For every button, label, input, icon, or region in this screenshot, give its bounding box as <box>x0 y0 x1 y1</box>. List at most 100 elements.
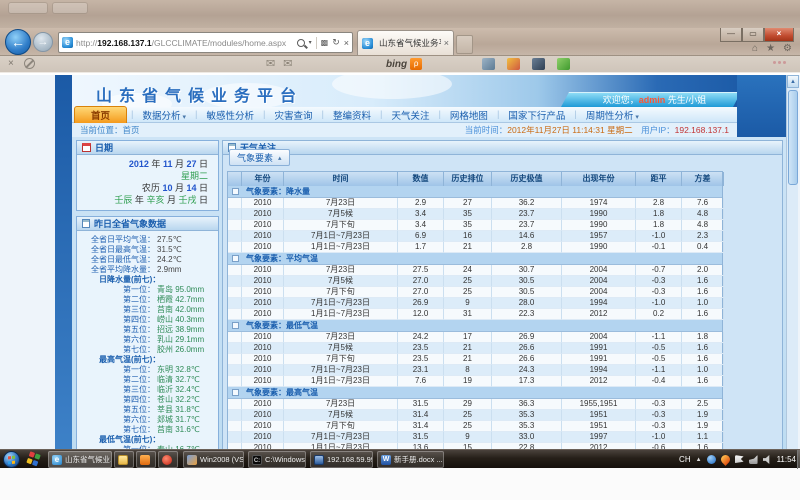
column-header[interactable]: 历史排位 <box>444 172 492 186</box>
rank-value[interactable]: 栖霞 42.7mm <box>155 295 204 305</box>
table-group-row[interactable]: 气象要素：平均气温 <box>228 253 722 265</box>
nav-item-2[interactable]: 数据分析▾ <box>133 108 195 122</box>
address-bar[interactable]: e http://192.168.137.1/GLCCLIMATE/module… <box>58 32 353 53</box>
collapse-box-icon[interactable] <box>232 389 239 396</box>
column-header[interactable]: 出现年份 <box>562 172 636 186</box>
flame-app-icon[interactable] <box>719 453 732 466</box>
table-row[interactable]: 20107月5候31.42535.31951-0.31.9 <box>228 410 722 421</box>
clock[interactable]: 11:54 <box>777 455 796 464</box>
nav-item-9[interactable]: 周期性分析▾ <box>577 108 648 122</box>
taskbar-task-5[interactable]: W新手册.docx ... <box>377 451 444 468</box>
nav-item-8[interactable]: 国家下行产品 <box>499 108 574 122</box>
mail-icon[interactable]: ✉ <box>266 57 275 70</box>
column-header[interactable]: 距平 <box>636 172 682 186</box>
stop-icon[interactable]: × <box>344 38 349 48</box>
back-button[interactable]: ← <box>5 29 31 55</box>
taskbar-task-1[interactable]: e山东省气候业... <box>48 451 112 468</box>
pinned-app-1[interactable] <box>114 451 134 468</box>
nav-item-3[interactable]: 敏感性分析 <box>197 108 263 122</box>
table-row[interactable]: 20107月23日27.52430.72004-0.72.0 <box>228 265 722 276</box>
mail-icon[interactable]: ✉ <box>283 57 292 70</box>
table-row[interactable]: 20107月1日~7月23日31.5933.01997-1.01.1 <box>228 432 722 443</box>
rank-value[interactable]: 青岛 95.0mm <box>155 285 204 295</box>
forward-button[interactable]: → <box>33 32 53 52</box>
scrollbar-thumb[interactable] <box>788 90 798 185</box>
more-options-icon[interactable] <box>773 61 786 64</box>
game-addon-icon[interactable] <box>532 58 545 70</box>
table-row[interactable]: 20107月5候3.43523.719901.84.8 <box>228 209 722 220</box>
rank-value[interactable]: 莒南 42.0mm <box>155 305 204 315</box>
new-tab-button[interactable] <box>456 35 473 54</box>
chevron-down-icon[interactable]: ▾ <box>309 39 312 46</box>
settings-gear-icon[interactable]: ⚙ <box>783 43 792 54</box>
palette-addon-icon[interactable] <box>507 58 520 70</box>
tab-close-icon[interactable]: × <box>444 38 449 48</box>
bing-logo[interactable]: bing ρ <box>386 58 422 70</box>
pinwheel-app-icon[interactable] <box>26 451 41 466</box>
nav-item-4[interactable]: 灾害查询 <box>265 108 321 122</box>
nav-item-7[interactable]: 网格地图 <box>441 108 497 122</box>
language-indicator[interactable]: CH <box>679 455 691 464</box>
table-row[interactable]: 20107月1日~7月23日6.91614.61957-1.02.3 <box>228 231 722 242</box>
table-group-row[interactable]: 气象要素：最低气温 <box>228 320 722 332</box>
taskbar-task-3[interactable]: C:C:\Windows\sy... <box>248 451 306 468</box>
action-center-flag-icon[interactable] <box>735 455 744 464</box>
collapse-box-icon[interactable] <box>232 188 239 195</box>
rank-value[interactable]: 临沂 32.4℃ <box>155 385 200 395</box>
pinned-app-2[interactable] <box>136 451 156 468</box>
network-icon[interactable] <box>749 455 758 464</box>
table-row[interactable]: 20107月23日31.52936.31955,1951-0.32.5 <box>228 399 722 410</box>
nav-item-1[interactable]: 首页 <box>74 106 127 124</box>
scroll-up-icon[interactable]: ▲ <box>787 75 799 88</box>
collapse-box-icon[interactable] <box>232 255 239 262</box>
rank-value[interactable]: 东明 32.8℃ <box>155 365 200 375</box>
close-button[interactable]: × <box>764 28 794 42</box>
table-row[interactable]: 20101月1日~7月23日12.03122.320120.21.6 <box>228 309 722 320</box>
table-row[interactable]: 20107月1日~7月23日26.9928.01994-1.01.0 <box>228 298 722 309</box>
blocked-icon[interactable] <box>24 58 35 69</box>
browser-tab[interactable]: e 山东省气候业务平... × <box>357 30 454 55</box>
rank-value[interactable]: 崂山 40.3mm <box>155 315 204 325</box>
maximize-button[interactable]: ▭ <box>742 28 764 42</box>
column-header[interactable]: 年份 <box>242 172 284 186</box>
rank-value[interactable]: 苍山 32.2℃ <box>155 395 200 405</box>
home-icon[interactable]: ⌂ <box>752 43 758 54</box>
refresh-icon[interactable]: ↻ <box>332 37 340 48</box>
rank-value[interactable]: 乳山 29.1mm <box>155 335 204 345</box>
rank-value[interactable]: 莘县 31.8℃ <box>155 405 200 415</box>
column-header[interactable]: 方差 <box>682 172 724 186</box>
table-row[interactable]: 20107月23日2.92736.219742.87.6 <box>228 198 722 209</box>
taskbar-task-4[interactable]: 192.168.59.99... <box>310 451 373 468</box>
table-row[interactable]: 20107月下旬27.02530.52004-0.31.6 <box>228 287 722 298</box>
table-row[interactable]: 20107月5候23.52126.61991-0.51.6 <box>228 343 722 354</box>
camera-addon-icon[interactable] <box>482 58 495 70</box>
collapse-box-icon[interactable] <box>232 322 239 329</box>
favorites-star-icon[interactable]: ★ <box>766 43 775 54</box>
table-row[interactable]: 20101月1日~7月23日7.61917.32012-0.41.6 <box>228 376 722 387</box>
column-header[interactable]: 数值 <box>398 172 444 186</box>
start-button[interactable] <box>3 451 20 468</box>
volume-icon[interactable] <box>763 455 772 464</box>
search-icon[interactable] <box>297 39 305 47</box>
column-header[interactable]: 时间 <box>284 172 398 186</box>
rank-value[interactable]: 胶州 26.0mm <box>155 345 204 355</box>
pinned-app-3[interactable] <box>158 451 178 468</box>
compatibility-view-icon[interactable]: ▩ <box>321 38 329 47</box>
puzzle-addon-icon[interactable] <box>557 58 570 70</box>
rank-value[interactable]: 郯城 31.7℃ <box>155 415 200 425</box>
table-row[interactable]: 20107月23日24.21726.92004-1.11.8 <box>228 332 722 343</box>
nav-item-6[interactable]: 天气关注 <box>382 108 438 122</box>
table-row[interactable]: 20107月5候27.02530.52004-0.31.6 <box>228 276 722 287</box>
vertical-scrollbar[interactable]: ▲ ▼ <box>786 75 798 468</box>
table-row[interactable]: 20101月1日~7月23日1.7212.81990-0.10.4 <box>228 242 722 253</box>
bluetooth-icon[interactable] <box>707 455 716 464</box>
minimize-button[interactable]: — <box>720 28 742 42</box>
table-group-row[interactable]: 气象要素：最高气温 <box>228 387 722 399</box>
rank-value[interactable]: 莒南 31.6℃ <box>155 425 200 435</box>
element-filter-button[interactable]: 气象要素▴ <box>229 149 290 166</box>
table-row[interactable]: 20107月下旬3.43523.719901.84.8 <box>228 220 722 231</box>
close-pane-icon[interactable]: × <box>8 58 14 69</box>
hidden-icons-icon[interactable]: ▲ <box>696 457 702 463</box>
rank-value[interactable]: 招远 38.9mm <box>155 325 204 335</box>
column-header[interactable]: 历史极值 <box>492 172 562 186</box>
